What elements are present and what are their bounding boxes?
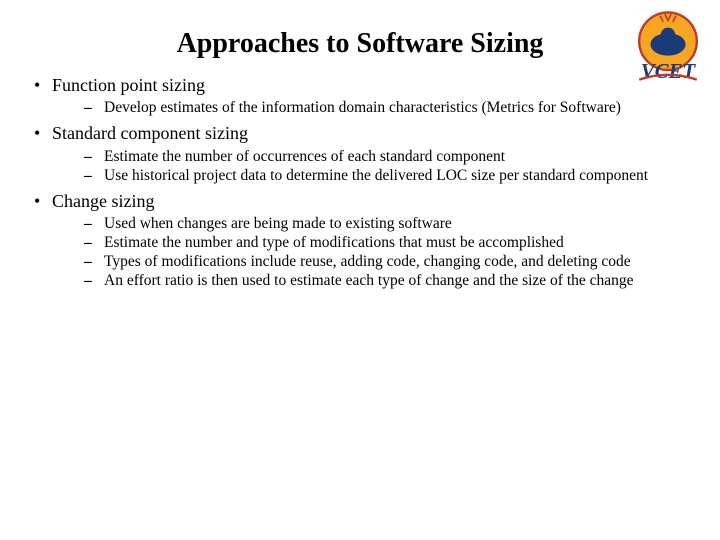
slide-content: Function point sizing Develop estimates … [0, 74, 720, 291]
bullet-level2: Develop estimates of the information dom… [84, 99, 694, 118]
bullet-text: Function point sizing [52, 75, 205, 95]
vcet-logo: VCET [628, 6, 708, 86]
bullet-level2: Types of modifications include reuse, ad… [84, 253, 694, 272]
bullet-level2: Use historical project data to determine… [84, 167, 694, 186]
bullet-level2: Estimate the number and type of modifica… [84, 234, 694, 253]
bullet-level1: Standard component sizing Estimate the n… [26, 122, 694, 185]
svg-text:VCET: VCET [641, 60, 697, 83]
bullet-text: Change sizing [52, 191, 154, 211]
bullet-level1: Function point sizing Develop estimates … [26, 74, 694, 118]
bullet-level2: Used when changes are being made to exis… [84, 215, 694, 234]
bullet-level1: Change sizing Used when changes are bein… [26, 190, 694, 291]
bullet-level2: An effort ratio is then used to estimate… [84, 272, 694, 291]
bullet-text: Standard component sizing [52, 123, 248, 143]
bullet-level2: Estimate the number of occurrences of ea… [84, 148, 694, 167]
slide-title: Approaches to Software Sizing [0, 0, 720, 74]
